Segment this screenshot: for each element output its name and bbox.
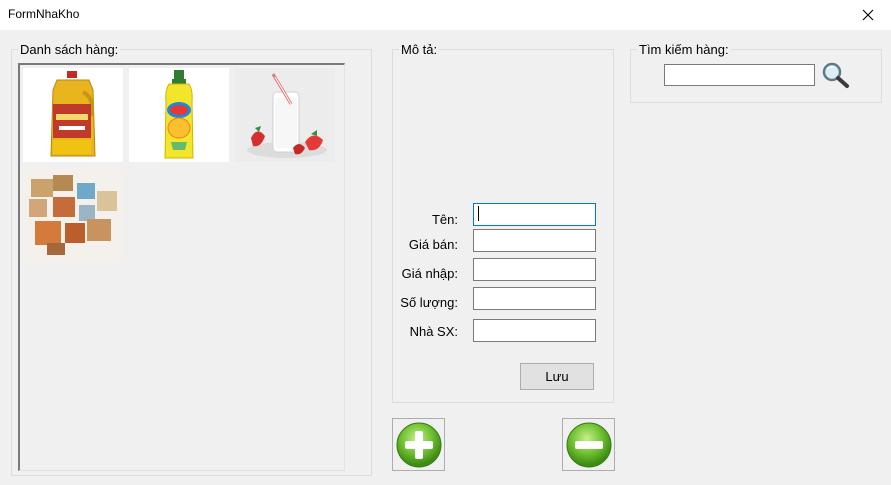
product-item-dish-soap[interactable] <box>129 68 229 162</box>
soap-bars-icon <box>23 169 123 263</box>
name-label: Tên: <box>431 212 458 227</box>
quantity-input[interactable] <box>473 287 596 310</box>
magnifier-icon <box>822 62 849 88</box>
import-price-input[interactable] <box>473 258 596 281</box>
sale-price-label: Giá bán: <box>408 237 458 252</box>
title-bar: FormNhaKho <box>0 0 891 30</box>
remove-button[interactable] <box>562 418 615 471</box>
product-list-view[interactable] <box>18 63 345 471</box>
name-input[interactable] <box>473 203 596 226</box>
product-list-label: Danh sách hàng: <box>18 42 121 58</box>
text-caret <box>478 206 479 221</box>
close-icon <box>862 9 874 21</box>
manufacturer-label: Nhà SX: <box>409 324 458 339</box>
search-button[interactable] <box>820 61 852 89</box>
add-button[interactable] <box>392 418 445 471</box>
cooking-oil-bottle-icon <box>23 68 123 162</box>
window-title: FormNhaKho <box>8 7 80 21</box>
search-label: Tìm kiếm hàng: <box>637 42 731 58</box>
manufacturer-input[interactable] <box>473 319 596 342</box>
import-price-label: Giá nhập: <box>401 266 458 281</box>
sale-price-input[interactable] <box>473 229 596 252</box>
save-button[interactable]: Lưu <box>520 363 594 390</box>
search-input[interactable] <box>664 64 815 86</box>
product-item-yogurt[interactable] <box>235 68 335 162</box>
quantity-label: Số lượng: <box>400 295 458 310</box>
product-item-cooking-oil[interactable] <box>23 68 123 162</box>
product-item-soap[interactable] <box>23 169 123 263</box>
description-label: Mô tả: <box>399 42 440 58</box>
dish-soap-bottle-icon <box>129 68 229 162</box>
yogurt-strawberries-icon <box>235 68 335 162</box>
plus-icon <box>396 422 441 467</box>
close-button[interactable] <box>845 0 891 30</box>
minus-icon <box>566 422 611 467</box>
